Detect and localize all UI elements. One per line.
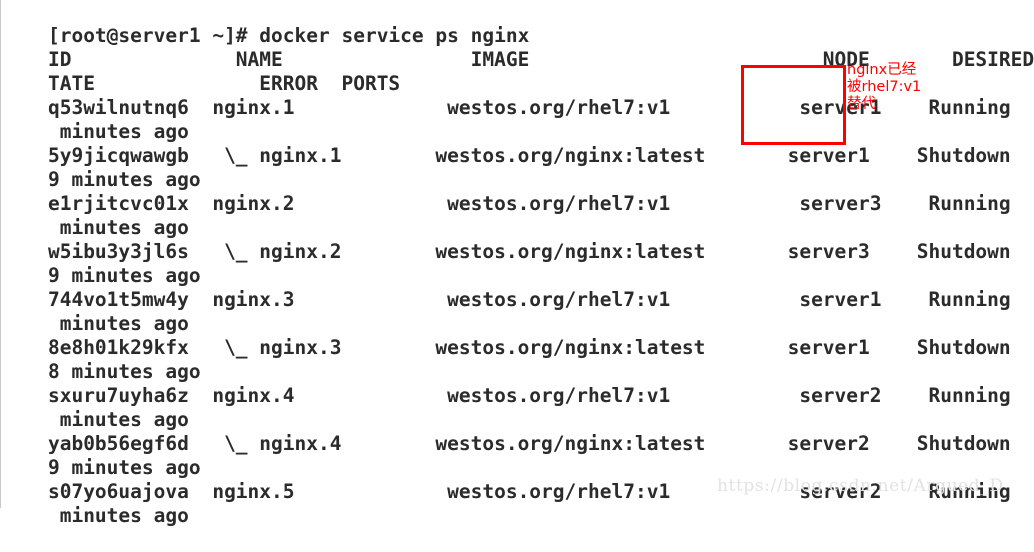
table-row[interactable]: 8e8h01k29kfx \_ nginx.3 westos.org/nginx… [1, 312, 1034, 359]
command-prompt-line[interactable]: [root@server1 ~]# docker service ps ngin… [1, 0, 1034, 47]
table-row-wrap: 9 minutes ago [1, 144, 1034, 191]
terminal-window[interactable]: [root@server1 ~]# docker service ps ngin… [0, 0, 1034, 527]
table-row[interactable]: 5y9jicqwawgb \_ nginx.1 westos.org/nginx… [1, 120, 1034, 167]
table-row[interactable]: yab0b56egf6d \_ nginx.4 westos.org/nginx… [1, 408, 1034, 455]
table-row-wrap: minutes ago [1, 384, 1034, 431]
table-row-wrap: 8 minutes ago [1, 336, 1034, 383]
table-header-line-1: ID NAME IMAGE NODE DESIRED STATE CURRENT… [1, 24, 1034, 71]
table-row[interactable]: w5ibu3y3jl6s \_ nginx.2 westos.org/nginx… [1, 216, 1034, 263]
table-row[interactable]: sxuru7uyha6z nginx.4 westos.org/rhel7:v1… [1, 360, 1034, 407]
watermark: https://blog.csdn.net/Argued_D [717, 476, 1004, 496]
table-row[interactable]: 744vo1t5mw4y nginx.3 westos.org/rhel7:v1… [1, 264, 1034, 311]
table-row[interactable]: e1rjitcvc01x nginx.2 westos.org/rhel7:v1… [1, 168, 1034, 215]
table-row-wrap: minutes ago [1, 288, 1034, 335]
table-row-wrap: 9 minutes ago [1, 432, 1034, 479]
table-row-wrap: 9 minutes ago [1, 240, 1034, 287]
table-row-wrap: minutes ago [1, 192, 1034, 239]
table-row-wrap-text: minutes ago [47, 504, 189, 527]
annotation-text: nginx已经 被rhel7:v1 替代 [847, 62, 922, 112]
